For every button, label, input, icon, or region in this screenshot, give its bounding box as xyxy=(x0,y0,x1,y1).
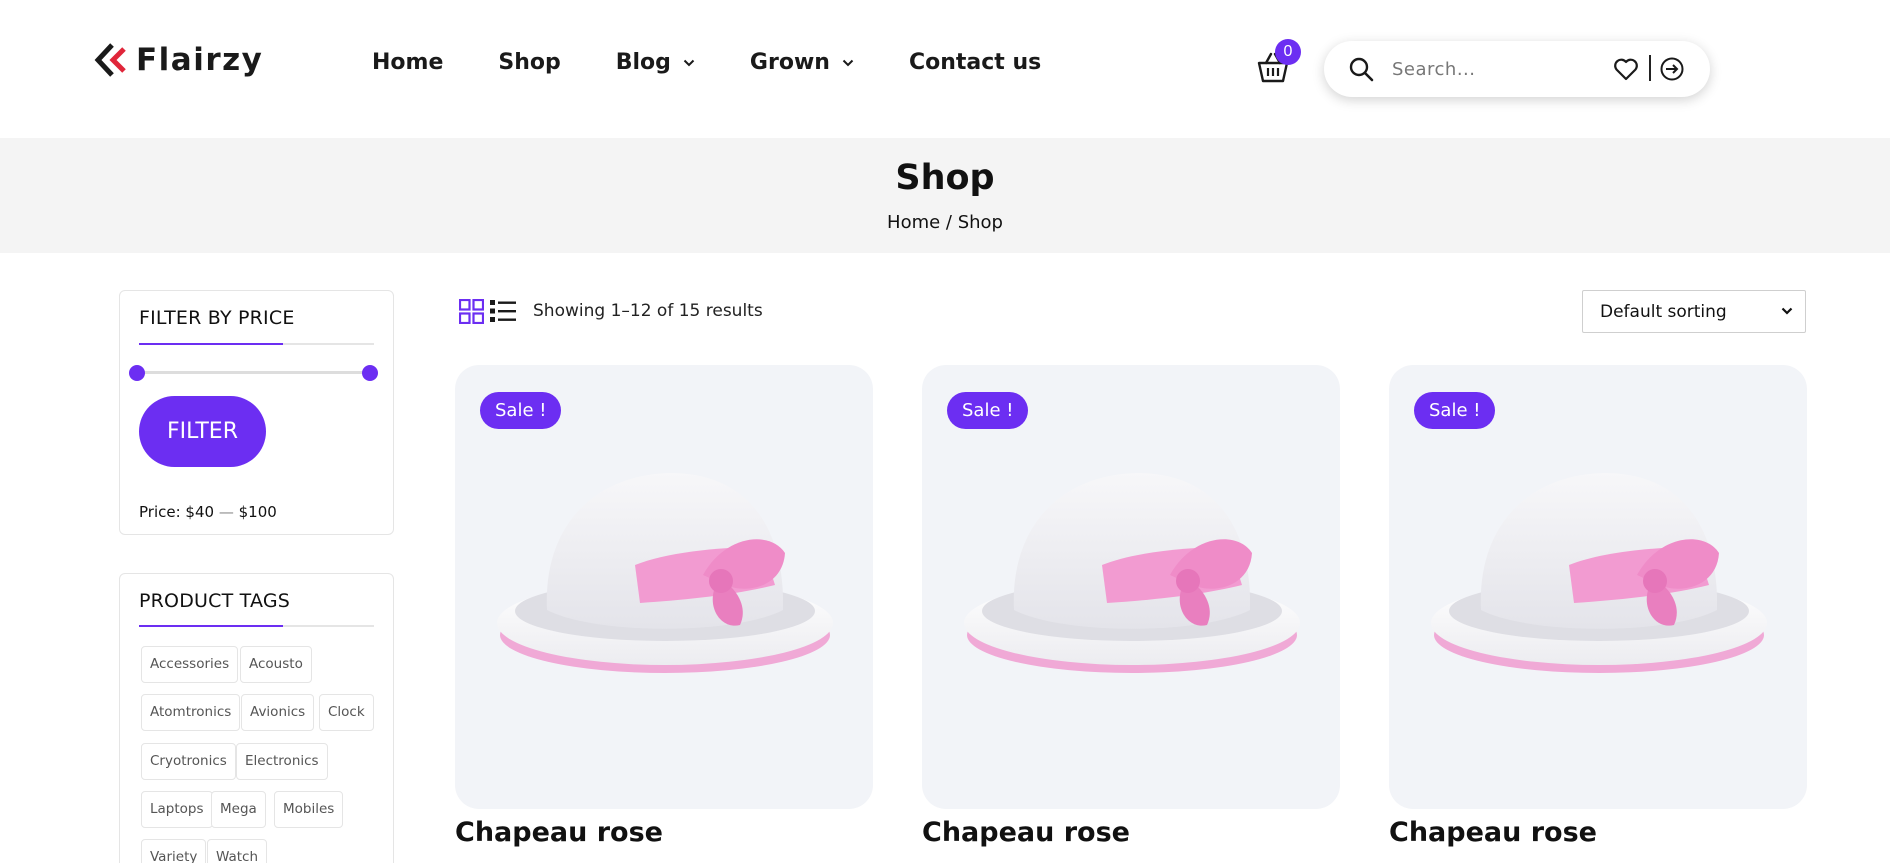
logo-text: Flairzy xyxy=(136,42,264,78)
search-icon[interactable] xyxy=(1348,56,1374,82)
price-prefix: Price: xyxy=(139,503,186,521)
page-title: Shop xyxy=(895,158,995,198)
search-bar xyxy=(1324,41,1710,97)
main-nav: Home Shop Blog Grown Contact us xyxy=(372,50,1096,75)
sale-badge: Sale ! xyxy=(480,392,562,429)
price-max: $100 xyxy=(238,503,277,521)
product-image xyxy=(497,473,833,673)
price-min: $40 xyxy=(185,503,215,521)
nav-blog-label: Blog xyxy=(615,50,671,75)
nav-grown-label: Grown xyxy=(749,50,830,75)
price-slider-track[interactable] xyxy=(136,371,370,374)
product-image-card[interactable]: Sale ! xyxy=(1389,365,1807,809)
page-banner: Shop Home / Shop xyxy=(0,138,1890,253)
sale-badge: Sale ! xyxy=(1414,392,1496,429)
tag-item[interactable]: Watch xyxy=(207,839,268,863)
price-filter-widget: FILTER BY PRICE FILTER Price: $40 — $100 xyxy=(119,290,394,535)
price-separator: — xyxy=(214,503,239,521)
product-image xyxy=(964,473,1300,673)
breadcrumb[interactable]: Home / Shop xyxy=(0,212,1890,233)
results-count: Showing 1–12 of 15 results xyxy=(533,301,763,321)
tag-item[interactable]: Electronics xyxy=(236,743,328,780)
nav-shop-label: Shop xyxy=(498,50,561,75)
tag-item[interactable]: Mobiles xyxy=(274,791,344,828)
product-tags-widget: PRODUCT TAGS Accessories Acousto Atomtro… xyxy=(119,573,394,863)
tag-item[interactable]: Atomtronics xyxy=(141,694,241,731)
price-slider-min-handle[interactable] xyxy=(129,365,145,381)
product-image-card[interactable]: Sale ! xyxy=(922,365,1340,809)
heart-icon[interactable] xyxy=(1612,55,1640,83)
chevron-down-icon xyxy=(683,59,695,66)
tag-item[interactable]: Acousto xyxy=(240,646,312,683)
product-name[interactable]: Chapeau rose xyxy=(455,817,663,848)
sort-select[interactable]: Default sorting xyxy=(1582,290,1806,333)
nav-contact[interactable]: Contact us xyxy=(909,50,1041,75)
nav-home-label: Home xyxy=(372,50,444,75)
filter-button[interactable]: FILTER xyxy=(139,396,266,467)
cart-count-badge: 0 xyxy=(1275,39,1301,65)
product-image-card[interactable]: Sale ! xyxy=(455,365,873,809)
product-name[interactable]: Chapeau rose xyxy=(1389,817,1597,848)
tag-item[interactable]: Laptops xyxy=(141,791,213,828)
site-header: Flairzy Home Shop Blog Grown Contact us … xyxy=(0,0,1890,138)
tag-item[interactable]: Accessories xyxy=(141,646,239,683)
grid-view-icon[interactable] xyxy=(459,299,484,324)
logo[interactable]: Flairzy xyxy=(94,42,263,78)
sale-badge: Sale ! xyxy=(947,392,1029,429)
tag-item[interactable]: Mega xyxy=(211,791,266,828)
price-range-label: Price: $40 — $100 xyxy=(139,503,277,521)
nav-contact-label: Contact us xyxy=(908,50,1042,75)
widget-title: FILTER BY PRICE xyxy=(139,307,295,329)
list-view-icon[interactable] xyxy=(490,299,516,323)
search-input[interactable] xyxy=(1392,55,1592,83)
widget-title-underline xyxy=(139,625,374,627)
nav-blog[interactable]: Blog xyxy=(616,50,695,75)
nav-grown[interactable]: Grown xyxy=(750,50,854,75)
nav-home[interactable]: Home xyxy=(372,50,443,75)
product-image xyxy=(1431,473,1767,673)
tag-item[interactable]: Clock xyxy=(319,694,374,731)
nav-shop[interactable]: Shop xyxy=(498,50,560,75)
widget-title-underline xyxy=(139,343,374,345)
logo-mark-icon xyxy=(94,43,126,77)
tag-item[interactable]: Variety xyxy=(141,839,207,863)
product-name[interactable]: Chapeau rose xyxy=(922,817,1130,848)
tag-item[interactable]: Cryotronics xyxy=(141,743,236,780)
sign-in-icon[interactable] xyxy=(1659,56,1685,82)
header-divider xyxy=(1649,55,1651,81)
sort-select-value: Default sorting xyxy=(1600,301,1727,322)
chevron-down-icon xyxy=(842,59,854,66)
widget-title: PRODUCT TAGS xyxy=(139,590,291,612)
chevron-down-icon xyxy=(1781,307,1793,315)
tag-item[interactable]: Avionics xyxy=(241,694,315,731)
price-slider-max-handle[interactable] xyxy=(362,365,378,381)
